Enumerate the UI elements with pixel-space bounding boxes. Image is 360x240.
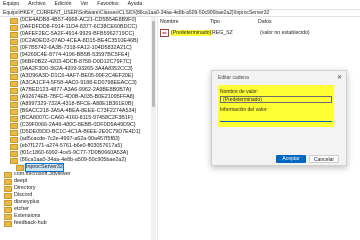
tree-item[interactable]: {A7BED123-4877-A3A6-9962-2A9BE8B0B7A} (10, 87, 131, 94)
scrollbar-thumb[interactable] (152, 21, 155, 107)
tree-item[interactable]: disneyplus (4, 199, 39, 206)
folder-icon (4, 192, 12, 199)
folder-icon (4, 213, 12, 220)
menu-bar: Equipo Archivo Edición Ver Favoritos Ayu… (0, 0, 360, 8)
tree-item[interactable]: deepl (4, 178, 27, 185)
value-name-field[interactable]: (Predeterminado) (220, 96, 332, 103)
folder-icon (10, 101, 18, 108)
menu-item-ver[interactable]: Ver (80, 1, 88, 7)
value-name-label: Nombre de valor: (220, 89, 259, 95)
value-data-field[interactable] (220, 114, 332, 122)
values-header: Nombre Tipo Datos (160, 19, 360, 26)
close-icon[interactable]: ✕ (337, 74, 342, 81)
tree-item[interactable]: etcher (4, 206, 29, 213)
folder-icon (10, 87, 18, 94)
tree-item[interactable]: {9AA2F3D0-362A-4209-93265-3A4A8352CC3} (10, 66, 133, 73)
menu-item-favoritos[interactable]: Favoritos (97, 1, 118, 7)
value-data-label: Información del valor: (220, 107, 268, 113)
tree-item[interactable]: {f01c1860-6992-4ce5-9C77-7D0B0660A53A} (10, 150, 128, 157)
value-name: (Predeterminado) (171, 30, 212, 36)
folder-icon (10, 66, 18, 73)
menu-item-edicion[interactable]: Edición (54, 1, 71, 7)
tree-item-selected[interactable]: InprocServer32 (16, 163, 64, 172)
menu-item-equipo[interactable]: Equipo (3, 1, 19, 7)
menu-item-archivo[interactable]: Archivo (28, 1, 45, 7)
tree-item[interactable]: {B6ACC218-3A5A-4BEA-8EEE-C73F2274A534} (10, 108, 136, 115)
tree-item[interactable]: Directory (4, 185, 36, 192)
value-row[interactable]: ab (Predeterminado) REG_SZ (valor no est… (160, 29, 360, 37)
folder-icon (10, 129, 18, 136)
folder-icon (10, 94, 18, 101)
folder-icon (10, 115, 18, 122)
tree-item[interactable]: feedback-hub (4, 220, 47, 227)
registry-tree: {0CE4ADB8-4B57-4968-AC21-CD5B54E8B9F0} {… (0, 17, 156, 240)
tree-item[interactable]: Extensions (4, 213, 40, 220)
tree-item[interactable]: {96BF0B22-4203-4DCB-8758-D0D12C79F7C} (10, 59, 131, 66)
folder-icon (4, 171, 12, 178)
tree-item-expanded[interactable]: {86ca1aa0-34aa-4e8b-a509-50c905bae2a2} (10, 157, 126, 164)
folder-icon (10, 38, 18, 45)
value-type: REG_SZ (212, 30, 233, 36)
column-header-type[interactable]: Tipo (210, 19, 258, 26)
folder-icon (10, 73, 18, 80)
folder-icon (4, 220, 12, 227)
folder-icon (4, 178, 12, 185)
string-value-icon: ab (160, 29, 169, 37)
folder-icon (10, 31, 18, 38)
tree-item[interactable]: {A3CA1CF4-5F58-4AC0-9188-ED0798EEACC3} (10, 80, 137, 87)
tree-item[interactable]: com.microsoft.3dviewer (4, 171, 71, 178)
folder-icon (10, 17, 18, 24)
dialog-title: Editar cadena (218, 75, 249, 81)
edit-string-dialog: Editar cadena ✕ Nombre de valor: (Predet… (211, 70, 347, 166)
pane-splitter[interactable] (157, 17, 158, 240)
folder-icon (10, 136, 18, 143)
tree-item[interactable]: {ad5cacde-7c2e-4997-a62a-90a457f5f83} (10, 136, 120, 143)
column-header-name[interactable]: Nombre (160, 19, 210, 26)
address-bar[interactable]: Equipo\HKEY_CURRENT_USER\Software\Classe… (0, 9, 360, 17)
menu-item-ayuda[interactable]: Ayuda (128, 1, 143, 7)
cancel-button[interactable]: Cancelar (309, 155, 339, 163)
tree-item[interactable]: {A3D96A3D-D1C6-4AF7-BE05-99F2C4EF20E} (10, 73, 133, 80)
folder-icon (10, 52, 18, 59)
tree-item[interactable]: {0AFEF2EC-5A2F-4914-9929-BFB5962719CC} (10, 31, 134, 38)
address-text[interactable]: Equipo\HKEY_CURRENT_USER\Software\Classe… (3, 10, 269, 16)
tree-item[interactable]: {C39F0066-2A49-480C-8EBB-0DF0D5A49D9C} (10, 122, 136, 129)
folder-icon (4, 199, 12, 206)
tree-item[interactable]: {0C2ADED3-07AD-4CEA-8D15-BE4C3510E46B} (10, 38, 138, 45)
tree-item[interactable]: {0F7B5742-6A3B-7318-FA12-104D5832A21C} (10, 45, 132, 52)
folder-icon (10, 45, 18, 52)
folder-icon (16, 164, 24, 171)
tree-item[interactable]: Discord (4, 192, 32, 199)
folder-icon (10, 24, 18, 31)
tree-item[interactable]: {0AFDFDD8-F914-11D4-8377-6C38CE60BDCC} (10, 24, 137, 31)
tree-item[interactable]: {A92674EB-7BFC-4D0B-A035-B0E21095FFA8} (10, 94, 134, 101)
column-header-data[interactable]: Datos (258, 19, 272, 26)
folder-icon (10, 150, 18, 157)
folder-icon (4, 206, 12, 213)
tree-item[interactable]: {94269C4E-8774-4196-BB5B-53597BC5FE4} (10, 52, 129, 59)
ok-button[interactable]: Aceptar (276, 155, 306, 163)
tree-item[interactable]: {0CE4ADB8-4B57-4968-AC21-CD5B54E8B9F0} (10, 17, 136, 24)
folder-icon (10, 122, 18, 129)
tree-item[interactable]: {BCA8007C-CA60-4160-8115-97458C2F3B1F} (10, 115, 133, 122)
folder-open-icon (10, 157, 18, 164)
tree-item[interactable]: {D5DE05DD-BC1C-4C1A-B6EE-2E0C79D7E4D1} (10, 129, 140, 136)
folder-icon (10, 143, 18, 150)
value-data: (valor no establecido) (260, 30, 310, 36)
folder-icon (4, 185, 12, 192)
folder-icon (10, 59, 18, 66)
tree-scrollbar[interactable] (151, 17, 156, 240)
folder-icon (10, 80, 18, 87)
tree-item[interactable]: {A8997329-732A-4318-BFCE-A88E1B361E0B} (10, 101, 133, 108)
folder-icon (10, 108, 18, 115)
tree-item[interactable]: {eb7f1271-a274-5761-b6e0-ff03057617a5} (10, 143, 122, 150)
